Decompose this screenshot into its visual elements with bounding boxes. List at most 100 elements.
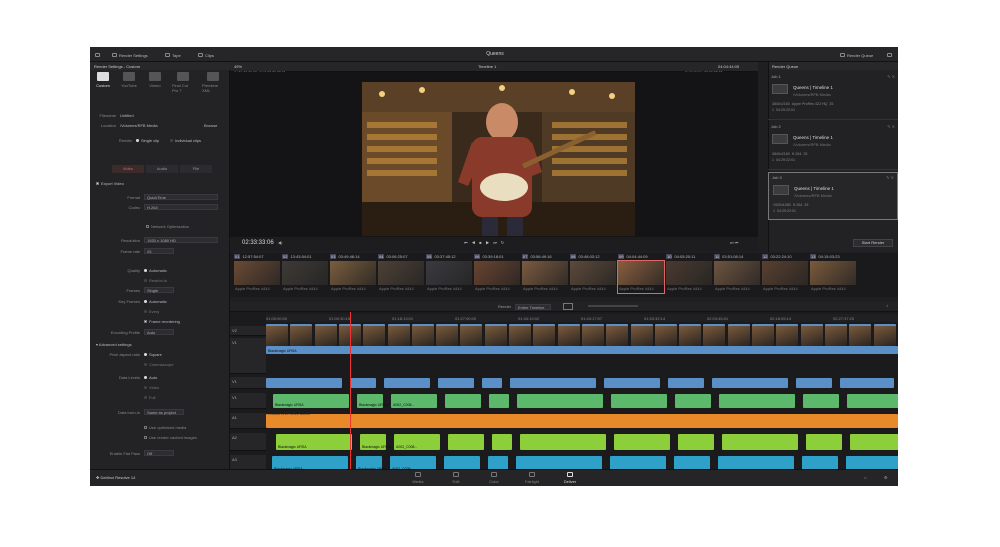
- tab-audio[interactable]: Audio: [146, 165, 178, 173]
- render-job[interactable]: Job 3 Queens | Timeline 1/Volumes/RFB Med…: [768, 172, 898, 220]
- audio-clip[interactable]: [678, 434, 714, 450]
- zoom-slider[interactable]: [588, 305, 638, 307]
- clip-thumbnail[interactable]: 08 03:48:03:12 Apple ProRes 4444: [570, 254, 616, 293]
- video-clip-thumb[interactable]: [363, 324, 386, 346]
- video-clip-thumb[interactable]: [557, 324, 580, 346]
- clip-thumbnail[interactable]: 05 03:37:45:12 Apple ProRes 4444: [426, 254, 472, 293]
- track-header[interactable]: V1: [230, 393, 266, 409]
- location-field[interactable]: /Volumes/RFB Media: [120, 123, 158, 128]
- data-burn-select[interactable]: Same as project: [144, 409, 184, 415]
- audio-clip[interactable]: [517, 394, 603, 408]
- page-deliver[interactable]: Deliver: [556, 472, 584, 484]
- timeline-selector[interactable]: Timeline 1: [478, 64, 496, 69]
- zoom-level[interactable]: 49%: [234, 64, 242, 69]
- advanced-settings-toggle[interactable]: ▾ Advanced settings: [96, 342, 132, 347]
- video-track-thumbnails[interactable]: Blackmagic URSA: [266, 324, 898, 354]
- audio-clip[interactable]: Blackmagic URSA: [360, 434, 391, 450]
- frame-reordering-checkbox[interactable]: Frame reordering: [144, 319, 180, 324]
- video-clip-thumb[interactable]: [752, 324, 774, 346]
- preset-vimeo[interactable]: Vimeo: [144, 72, 166, 100]
- home-icon[interactable]: ⌂: [864, 475, 866, 480]
- video-clip-thumb[interactable]: [703, 324, 726, 346]
- video-clip-thumb[interactable]: [606, 324, 629, 346]
- tape-toggle[interactable]: Tape: [165, 51, 181, 59]
- quality-automatic[interactable]: Automatic: [144, 268, 167, 273]
- keyframes-automatic[interactable]: Automatic: [144, 299, 167, 304]
- filename-field[interactable]: Untitled: [120, 113, 134, 118]
- tab-video[interactable]: Video: [112, 165, 144, 173]
- clip-thumbnail[interactable]: 07 03:56:49:16 Apple ProRes 4444: [522, 254, 568, 293]
- clip-thumbnail[interactable]: 02 13:43:54:01 Apple ProRes 4444: [282, 254, 328, 293]
- data-levels-video[interactable]: Video: [144, 385, 159, 390]
- edit-job-icon[interactable]: ✎ ✕: [887, 124, 895, 129]
- audio-clip[interactable]: [847, 394, 898, 408]
- framerate-select[interactable]: 25: [144, 248, 174, 254]
- expand-icon[interactable]: [887, 51, 892, 59]
- audio-clip[interactable]: [675, 394, 711, 408]
- audio-clip[interactable]: A002_C008...: [391, 394, 437, 408]
- audio-clip[interactable]: [850, 434, 898, 450]
- loop-icon[interactable]: ↻: [501, 240, 508, 245]
- audio-clip[interactable]: [614, 434, 670, 450]
- video-clip-thumb[interactable]: [581, 324, 604, 346]
- video-clip-thumb[interactable]: [824, 324, 847, 346]
- video-viewer[interactable]: [230, 72, 758, 237]
- video-clip-thumb[interactable]: [509, 324, 531, 346]
- export-video-checkbox[interactable]: Export Video: [96, 181, 124, 186]
- track-header[interactable]: V1: [230, 338, 266, 374]
- video-clip-thumb[interactable]: [460, 324, 483, 346]
- track-header[interactable]: A2: [230, 433, 266, 451]
- audio-clip[interactable]: [722, 434, 798, 450]
- audio-clip[interactable]: [719, 394, 795, 408]
- app-menu-icon[interactable]: [95, 51, 100, 59]
- clip-thumbnail[interactable]: 03 03:49:46:14 Apple ProRes 4444: [330, 254, 376, 293]
- video-clip-thumb[interactable]: [533, 324, 556, 346]
- network-optimization-checkbox[interactable]: Network Optimization: [146, 224, 189, 229]
- playhead[interactable]: [350, 312, 351, 469]
- pixel-aspect-cinemascope[interactable]: Cinemascope: [144, 362, 173, 367]
- audio-clip[interactable]: [611, 394, 667, 408]
- video-clip-thumb[interactable]: [776, 324, 799, 346]
- audio-clip[interactable]: [266, 414, 898, 428]
- render-cached-checkbox[interactable]: Use render cached images: [144, 435, 197, 440]
- video-clip-thumb[interactable]: [484, 324, 507, 346]
- audio-meter-icon[interactable]: ♪: [886, 303, 888, 308]
- render-queue-toggle[interactable]: Render Queue: [840, 51, 873, 59]
- tab-file[interactable]: File: [180, 165, 212, 173]
- encoding-profile-select[interactable]: Auto: [144, 329, 174, 335]
- quality-restrict[interactable]: Restrict to: [144, 278, 167, 283]
- render-job[interactable]: Job 1 Queens | Timeline 1/Volumes/RFB Med…: [768, 72, 898, 120]
- pixel-aspect-square[interactable]: Square: [144, 352, 162, 357]
- video-clip-thumb[interactable]: [387, 324, 410, 346]
- clips-toggle[interactable]: Clips: [198, 51, 214, 59]
- browse-button[interactable]: Browse: [204, 123, 217, 128]
- optimized-media-checkbox[interactable]: Use optimized media: [144, 425, 186, 430]
- flat-pass-select[interactable]: Off: [144, 450, 174, 456]
- edit-job-icon[interactable]: ✎ ✕: [887, 74, 895, 79]
- preset-custom[interactable]: Custom: [92, 72, 114, 100]
- video-clip-thumb[interactable]: [873, 324, 896, 346]
- audio-clip[interactable]: [803, 394, 839, 408]
- edit-job-icon[interactable]: ✎ ✕: [886, 175, 894, 180]
- go-to-end-icon[interactable]: ⏭: [493, 240, 501, 245]
- keyframes-every[interactable]: Every: [144, 309, 159, 314]
- render-individual-clips[interactable]: Individual clips: [170, 138, 201, 143]
- clip-thumbnail[interactable]: 06 03:39:18:01 Apple ProRes 4444: [474, 254, 520, 293]
- clip-thumbnail[interactable]: 01 12:57:54:07 Apple ProRes 4444: [234, 254, 280, 293]
- audio-clip[interactable]: Blackmagic URSA: [273, 394, 349, 408]
- render-settings-toggle[interactable]: Render Settings: [112, 51, 148, 59]
- clip-thumbnail[interactable]: 13 04:15:03:23 Apple ProRes 4444: [810, 254, 856, 293]
- video-clip-thumb[interactable]: [266, 324, 288, 346]
- clip-thumbnail[interactable]: 12 03:22:24:10 Apple ProRes 4444: [762, 254, 808, 293]
- start-render-button[interactable]: Start Render: [853, 239, 893, 247]
- page-media[interactable]: Media: [404, 472, 432, 484]
- video-clip-bar[interactable]: Blackmagic URSA: [266, 346, 898, 354]
- data-levels-full[interactable]: Full: [144, 395, 155, 400]
- frames-select[interactable]: Single: [144, 287, 174, 293]
- clip-thumbnail[interactable]: 11 03:51:08:14 Apple ProRes 4444: [714, 254, 760, 293]
- page-color[interactable]: Color: [480, 472, 508, 484]
- audio-clip[interactable]: [520, 434, 606, 450]
- codec-select[interactable]: H.264: [144, 204, 218, 210]
- video-clip-thumb[interactable]: [800, 324, 823, 346]
- audio-clip[interactable]: [448, 434, 484, 450]
